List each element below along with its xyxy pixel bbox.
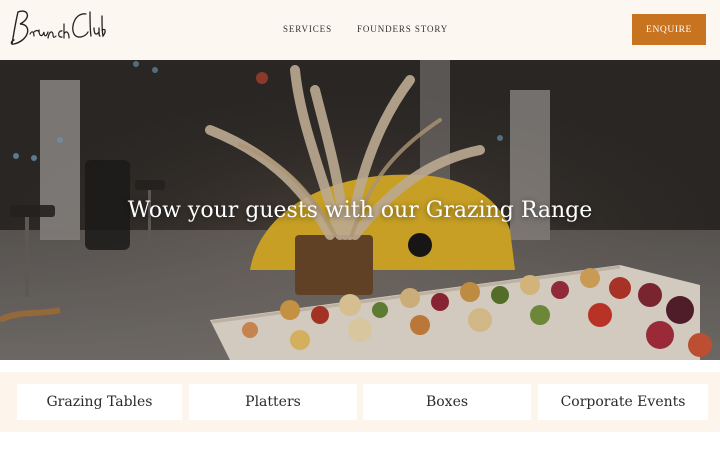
nav-services[interactable]: SERVICES <box>283 24 332 34</box>
category-boxes[interactable]: Boxes <box>363 384 531 420</box>
nav-founders-story[interactable]: FOUNDERS STORY <box>357 24 448 34</box>
category-corporate-events[interactable]: Corporate Events <box>538 384 708 420</box>
main-nav: SERVICES FOUNDERS STORY <box>283 24 448 34</box>
category-grazing-tables[interactable]: Grazing Tables <box>17 384 182 420</box>
site-header: SERVICES FOUNDERS STORY ENQUIRE <box>0 0 720 60</box>
brunch-club-logo[interactable] <box>6 4 106 52</box>
enquire-button[interactable]: ENQUIRE <box>632 14 706 45</box>
category-platters[interactable]: Platters <box>189 384 357 420</box>
category-strip: Grazing Tables Platters Boxes Corporate … <box>0 372 720 432</box>
hero-title: Wow your guests with our Grazing Range <box>127 198 593 223</box>
hero-banner: Wow your guests with our Grazing Range <box>0 60 720 360</box>
